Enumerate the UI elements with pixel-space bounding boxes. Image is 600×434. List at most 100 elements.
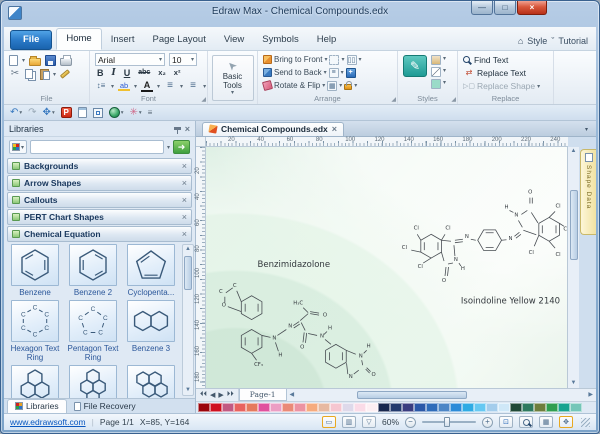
color-swatch[interactable]	[306, 403, 318, 412]
tab-insert[interactable]: Insert	[102, 30, 144, 50]
section-close-icon[interactable]: ×	[182, 161, 187, 171]
normal-view-button[interactable]: ▭	[322, 416, 336, 428]
maximize-button[interactable]: □	[494, 1, 516, 15]
scroll-up-icon[interactable]: ▲	[185, 245, 191, 254]
zoom-slider-thumb[interactable]	[444, 417, 450, 427]
styles-dialog-launcher[interactable]: ◢	[451, 96, 456, 103]
shape-cyclopenta-[interactable]: Cyclopenta...	[122, 244, 180, 297]
group-icon[interactable]: +	[346, 68, 356, 78]
canvas-scroll-up-icon[interactable]: ▲	[571, 147, 577, 156]
font-dialog-launcher[interactable]: ◢	[201, 96, 206, 103]
section-close-icon[interactable]: ×	[182, 178, 187, 188]
shapes-scroll-thumb[interactable]	[184, 256, 192, 290]
title-bar[interactable]: Edraw Max - Chemical Compounds.edx — □ ×	[1, 1, 599, 27]
library-section-pert-chart-shapes[interactable]: PERT Chart Shapes×	[7, 209, 192, 225]
tab-libraries[interactable]: Libraries	[7, 399, 67, 413]
library-search-go-button[interactable]: ➜	[173, 140, 190, 154]
shape-data-tab[interactable]: Shape Data	[580, 149, 596, 235]
color-swatch[interactable]	[510, 403, 522, 412]
align-icon[interactable]: ≡	[164, 81, 176, 91]
color-swatch[interactable]	[330, 403, 342, 412]
color-swatch[interactable]	[426, 403, 438, 412]
document-close-icon[interactable]: ×	[332, 124, 337, 134]
new-document-icon[interactable]	[9, 55, 18, 66]
last-page-icon[interactable]: ⏵⏵	[227, 391, 234, 399]
zoom-slider[interactable]	[422, 421, 476, 423]
library-section-arrow-shapes[interactable]: Arrow Shapes×	[7, 175, 192, 191]
molecule-isoindoline[interactable]: Isoindoline Yellow 2140	[402, 190, 567, 307]
undo-button[interactable]: ↶▾	[10, 107, 22, 118]
color-swatch[interactable]	[366, 403, 378, 412]
redo-button[interactable]: ↷	[28, 107, 36, 118]
line-spacing-icon[interactable]: ↕≡	[95, 82, 107, 90]
subscript-button[interactable]: x₂	[156, 68, 168, 77]
shape-benzene-5[interactable]: Benzene 5	[64, 365, 122, 398]
color-swatch[interactable]	[486, 403, 498, 412]
color-swatch[interactable]	[222, 403, 234, 412]
shapes-scrollbar[interactable]: ▲ ▼	[182, 244, 194, 396]
connection-point-button[interactable]: ✳▾	[129, 107, 141, 118]
next-page-icon[interactable]: ▶	[218, 391, 223, 399]
shape-benzene-4[interactable]: Benzene 4	[6, 365, 64, 398]
print-icon[interactable]	[60, 58, 72, 66]
color-swatch[interactable]	[498, 403, 510, 412]
minimize-button[interactable]: —	[471, 1, 493, 15]
styles-brush-icon[interactable]: ✎	[403, 55, 427, 77]
replace-text-button[interactable]: Replace Text	[477, 68, 526, 78]
canvas-hscroll-thumb[interactable]	[357, 391, 467, 399]
toolbar-options-button[interactable]: ≡	[148, 108, 153, 117]
tab-home[interactable]: Home	[56, 28, 101, 50]
line-style-icon[interactable]	[431, 67, 441, 77]
color-swatch[interactable]	[558, 403, 570, 412]
find-text-button[interactable]: Find Text	[474, 55, 508, 65]
hyperlink-globe-button[interactable]: ▾	[109, 107, 124, 118]
shape-thumbnail[interactable]	[127, 365, 175, 398]
molecule-benzimidazolone[interactable]: Benzimidazolone	[219, 260, 376, 380]
tab-help[interactable]: Help	[308, 30, 346, 50]
section-close-icon[interactable]: ×	[182, 229, 187, 239]
open-icon[interactable]	[29, 58, 41, 66]
strikethrough-button[interactable]: abc	[136, 69, 152, 76]
shape-benzene-2[interactable]: Benzene 2	[64, 244, 122, 297]
section-close-icon[interactable]: ×	[182, 195, 187, 205]
color-swatch[interactable]	[378, 403, 390, 412]
grid-view-button[interactable]: ▦	[539, 416, 553, 428]
highlight-icon[interactable]: ab	[118, 82, 130, 92]
shape-thumbnail[interactable]	[69, 365, 117, 398]
shape-thumbnail[interactable]	[127, 300, 175, 342]
section-close-icon[interactable]: ×	[182, 212, 187, 222]
color-swatch[interactable]	[210, 403, 222, 412]
basic-tools-button[interactable]: ➤ Basic Tools ▾	[212, 55, 254, 101]
page-tab[interactable]: Page-1	[239, 389, 287, 401]
tab-file-recovery[interactable]: File Recovery	[67, 400, 143, 413]
align-shapes-icon[interactable]: ≡	[329, 68, 339, 78]
color-swatch[interactable]	[570, 403, 582, 412]
pin-icon[interactable]	[174, 127, 181, 130]
hscroll-left-icon[interactable]: ◀	[290, 391, 295, 400]
color-swatch[interactable]	[282, 403, 294, 412]
collapse-ribbon-icon[interactable]: ˇ	[551, 36, 554, 46]
library-section-backgrounds[interactable]: Backgrounds×	[7, 158, 192, 174]
fit-to-window-button[interactable]	[93, 108, 103, 118]
presentation-button[interactable]: P	[61, 107, 72, 118]
zoom-area-button[interactable]	[519, 416, 533, 428]
format-painter-icon[interactable]	[60, 69, 70, 78]
canvas-vscroll-thumb[interactable]	[570, 190, 578, 260]
shape-hexagon-text-ring[interactable]: CCCCCCHexagon Text Ring	[6, 300, 64, 362]
library-color-button[interactable]: ▾	[9, 140, 27, 154]
color-swatch[interactable]	[450, 403, 462, 412]
style-menu[interactable]: Style	[527, 36, 547, 46]
font-color-icon[interactable]: A	[141, 81, 153, 92]
font-size-select[interactable]: 10▾	[169, 53, 197, 66]
canvas-horizontal-scrollbar[interactable]: ◀ ▶	[287, 389, 596, 401]
zoom-in-button[interactable]: +	[482, 417, 493, 428]
color-swatch[interactable]	[270, 403, 282, 412]
italic-button[interactable]: I	[110, 68, 118, 78]
tab-page-layout[interactable]: Page Layout	[143, 30, 214, 50]
resize-grip[interactable]	[581, 418, 590, 427]
tutorial-menu[interactable]: Tutorial	[558, 36, 588, 46]
panel-close-icon[interactable]: ×	[185, 124, 190, 134]
canvas-scroll-down-icon[interactable]: ▼	[571, 379, 577, 388]
color-swatch[interactable]	[414, 403, 426, 412]
shape-pentagon-text-ring[interactable]: CCCCCPentagon Text Ring	[64, 300, 122, 362]
